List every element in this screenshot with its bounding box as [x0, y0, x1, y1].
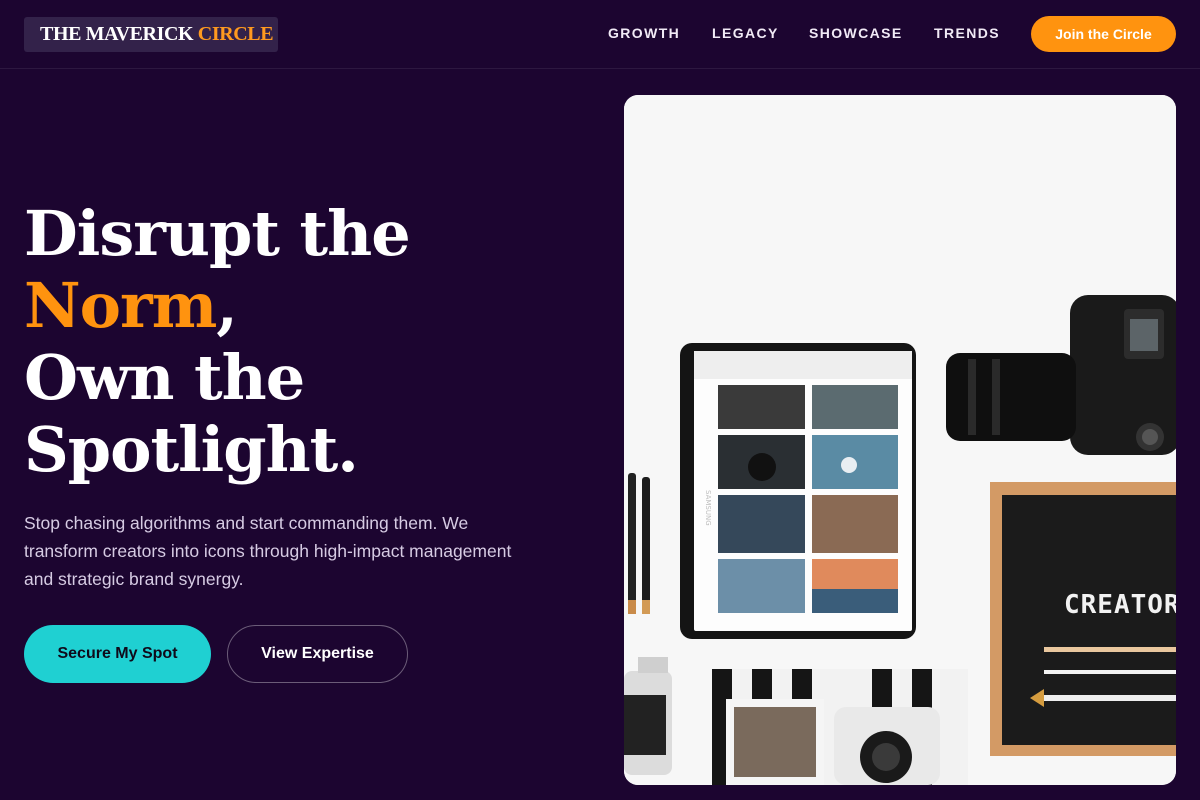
striped-box-illustration — [712, 669, 968, 785]
headline-line-4: Spotlight. — [24, 413, 359, 486]
tablet-illustration: SAMSUNG — [680, 343, 916, 639]
headline-line-1: Disrupt the — [24, 197, 411, 270]
headline-line-2: Norm, — [24, 270, 584, 342]
hero-subtext: Stop chasing algorithms and start comman… — [24, 513, 512, 589]
headline-comma: , — [216, 269, 238, 342]
tablet-brand-label: SAMSUNG — [704, 490, 712, 526]
headline-highlight: Norm — [24, 269, 217, 342]
nav-link-legacy[interactable]: LEGACY — [712, 25, 779, 41]
film-camera-illustration — [624, 657, 672, 775]
secure-spot-button[interactable]: Secure My Spot — [24, 625, 211, 683]
hero-headline: Disrupt the Norm, Own the Spotlight. — [24, 198, 584, 486]
nav-link-trends[interactable]: TRENDS — [934, 25, 1000, 41]
site-header: THE MAVERICK CIRCLE GROWTH LEGACY SHOWCA… — [0, 0, 1200, 69]
nav-link-showcase[interactable]: SHOWCASE — [809, 25, 903, 41]
headline-line-3: Own the — [24, 341, 305, 414]
brand-name: THE MAVERICK — [40, 23, 198, 45]
nav-link-growth[interactable]: GROWTH — [608, 25, 680, 41]
hero-image: SAMSUNG CREATOR — [624, 95, 1176, 785]
brand-name-accent: CIRCLE — [197, 23, 274, 45]
letterboard-illustration: CREATOR — [990, 482, 1176, 756]
letterboard-text: CREATOR — [1064, 590, 1176, 620]
view-expertise-button[interactable]: View Expertise — [227, 625, 408, 683]
join-circle-button[interactable]: Join the Circle — [1031, 16, 1176, 52]
brand-logo[interactable]: THE MAVERICK CIRCLE — [24, 17, 278, 52]
